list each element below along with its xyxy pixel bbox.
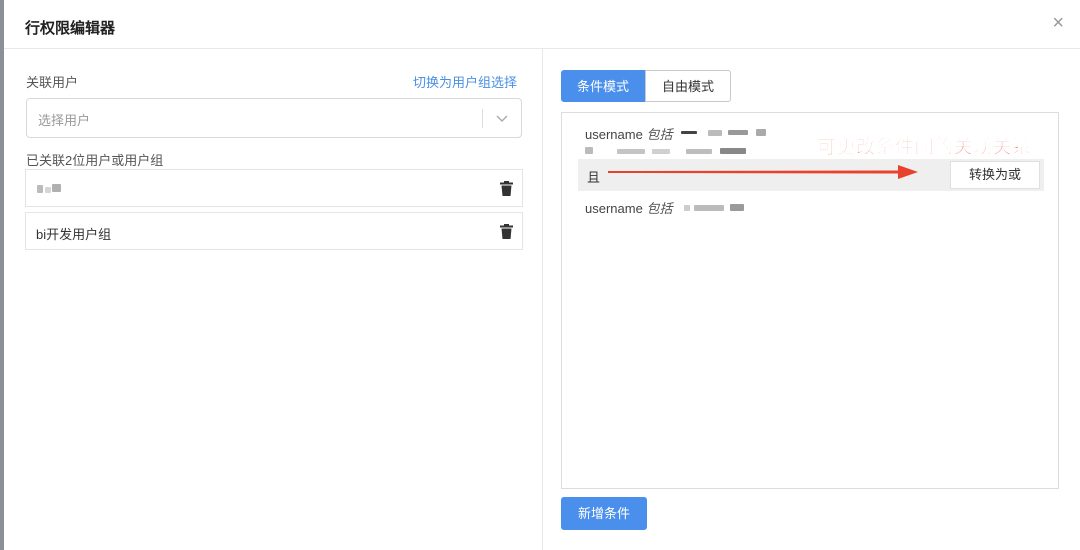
trash-icon[interactable] <box>500 181 513 196</box>
redacted-text <box>652 149 670 154</box>
tab-free-mode[interactable]: 自由模式 <box>645 70 731 102</box>
redacted-text <box>686 149 712 154</box>
switch-to-group-link[interactable]: 切换为用户组选择 <box>413 72 517 91</box>
close-icon[interactable]: × <box>1052 12 1064 34</box>
trash-icon[interactable] <box>500 224 513 239</box>
add-condition-button[interactable]: 新增条件 <box>561 497 647 530</box>
condition-field: username <box>585 127 643 142</box>
redacted-text <box>720 148 746 154</box>
panel-divider <box>542 49 543 550</box>
redacted-text <box>694 205 724 211</box>
row-permission-dialog: 行权限编辑器 × 关联用户 切换为用户组选择 选择用户 已关联2位用户或用户组 … <box>4 0 1080 550</box>
redacted-text <box>684 205 690 211</box>
redacted-text <box>756 129 766 136</box>
condition-row: username 包括 <box>585 198 672 217</box>
arrow-icon <box>608 165 918 179</box>
user-select[interactable]: 选择用户 <box>26 98 522 138</box>
redacted-text <box>730 204 744 211</box>
redacted-text <box>708 130 722 136</box>
tab-condition-mode[interactable]: 条件模式 <box>561 70 645 102</box>
redacted-text <box>37 185 43 193</box>
redacted-text <box>45 187 51 193</box>
redacted-text <box>728 130 748 135</box>
chevron-down-icon[interactable] <box>495 111 509 125</box>
annotation-callout: 可更改条件间的关联关系 <box>817 137 1032 159</box>
redacted-text <box>681 131 697 134</box>
select-separator <box>482 109 483 128</box>
redacted-text <box>52 184 61 192</box>
condition-operator: 包括 <box>646 201 673 216</box>
condition-row: username 包括 <box>585 124 672 143</box>
linked-item <box>25 169 523 207</box>
condition-field: username <box>585 201 643 216</box>
linked-count-label: 已关联2位用户或用户组 <box>26 153 164 168</box>
logic-and-label: 且 <box>587 170 601 185</box>
redacted-text <box>585 147 593 154</box>
redacted-text <box>617 149 645 154</box>
dialog-title: 行权限编辑器 <box>25 20 116 37</box>
dialog-header: 行权限编辑器 × <box>4 0 1080 49</box>
convert-to-or-button[interactable]: 转换为或 <box>950 161 1040 189</box>
condition-operator: 包括 <box>646 127 673 142</box>
linked-item-label: bi开发用户组 <box>36 227 112 242</box>
associated-user-label: 关联用户 <box>26 75 79 90</box>
user-select-placeholder: 选择用户 <box>38 113 91 128</box>
linked-item: bi开发用户组 <box>25 212 523 250</box>
